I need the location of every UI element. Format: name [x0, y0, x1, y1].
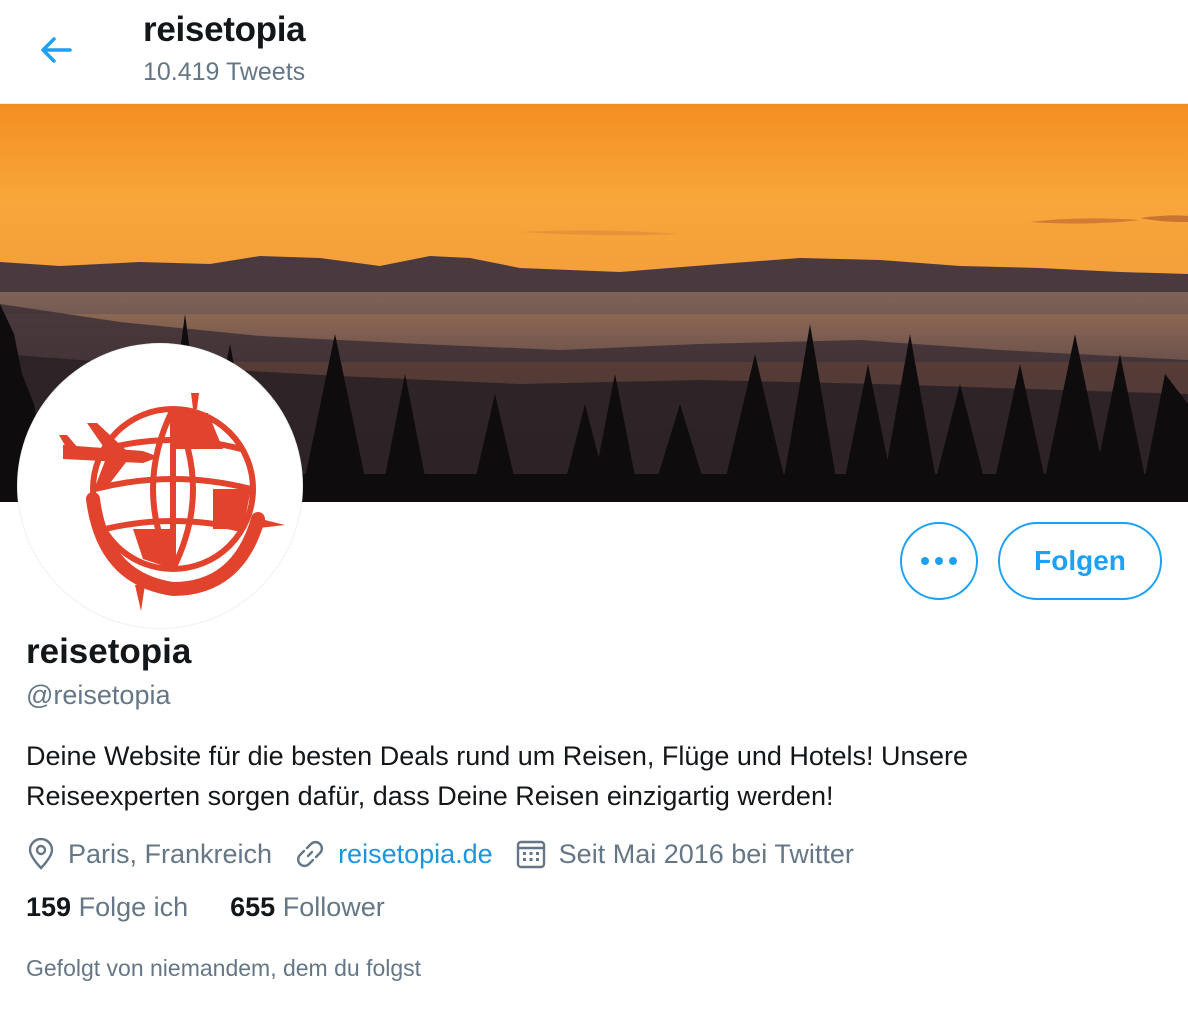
- followers-label: Follower: [282, 892, 385, 922]
- following-stat[interactable]: 159 Folge ich: [26, 892, 188, 923]
- arrow-left-icon: [41, 37, 72, 63]
- website-link[interactable]: reisetopia.de: [338, 839, 493, 870]
- following-label: Folge ich: [78, 892, 189, 922]
- profile-website: reisetopia.de: [294, 838, 493, 870]
- profile-handle: @reisetopia: [26, 680, 171, 710]
- profile-location: Paris, Frankreich: [26, 838, 272, 870]
- more-dots-icon: [921, 557, 957, 565]
- reisetopia-logo: [59, 393, 285, 611]
- location-text: Paris, Frankreich: [68, 838, 273, 869]
- followers-count: 655: [230, 892, 276, 922]
- profile-stats: 159 Folge ich 655 Follower: [26, 892, 427, 923]
- header-tweet-count: 10.419 Tweets: [143, 58, 306, 86]
- location-pin-icon: [28, 838, 54, 870]
- profile-meta: Paris, Frankreich reisetopia.de Seit Mai…: [26, 832, 876, 876]
- following-count: 159: [26, 892, 72, 922]
- calendar-icon: [516, 840, 545, 869]
- header-title: reisetopia: [143, 10, 306, 49]
- follow-button[interactable]: Folgen: [998, 522, 1162, 600]
- link-icon: [297, 841, 324, 867]
- followed-by-text: Gefolgt von niemandem, dem du folgst: [26, 955, 422, 981]
- profile-bio: Deine Website für die besten Deals rund …: [26, 741, 968, 811]
- profile-header-bar: reisetopia 10.419 Tweets: [0, 0, 1188, 104]
- more-options-button[interactable]: [900, 522, 978, 600]
- joined-text: Seit Mai 2016 bei Twitter: [558, 838, 854, 869]
- followers-stat[interactable]: 655 Follower: [230, 892, 385, 923]
- back-button[interactable]: [28, 24, 84, 76]
- profile-name: reisetopia: [26, 632, 192, 671]
- profile-avatar[interactable]: [18, 344, 302, 628]
- profile-joined: Seit Mai 2016 bei Twitter: [515, 838, 854, 870]
